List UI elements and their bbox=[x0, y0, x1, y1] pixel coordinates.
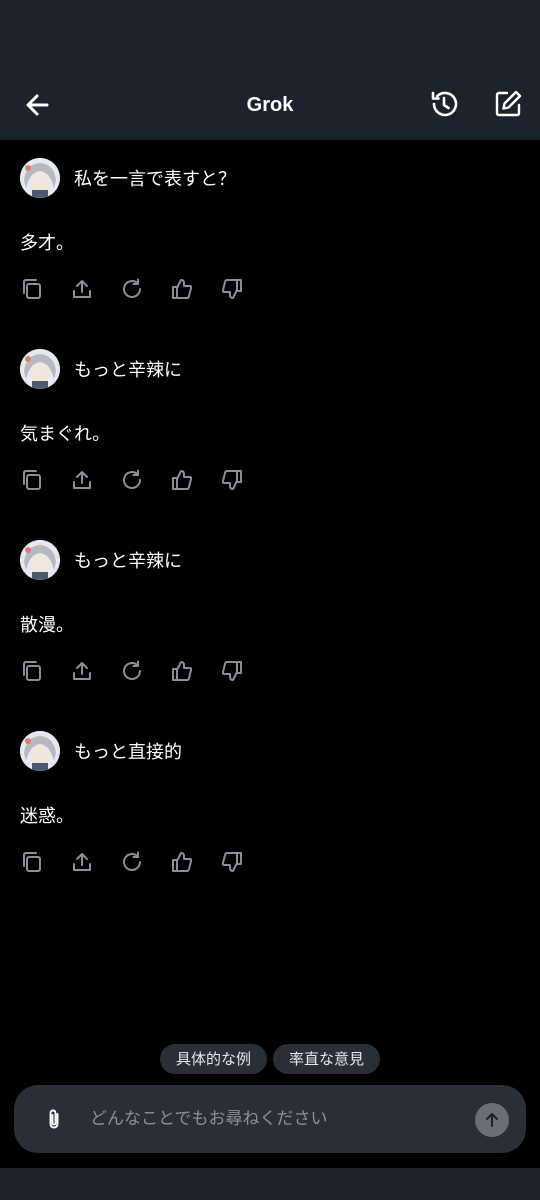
regenerate-icon[interactable] bbox=[120, 277, 144, 301]
message-actions bbox=[20, 277, 244, 301]
thumbs-up-icon[interactable] bbox=[170, 277, 194, 301]
suggestion-chips: 具体的な例 率直な意見 bbox=[0, 1044, 540, 1074]
copy-icon[interactable] bbox=[20, 850, 44, 874]
message-actions bbox=[20, 468, 244, 492]
share-icon[interactable] bbox=[70, 468, 94, 492]
top-app-bar: Grok bbox=[0, 70, 540, 140]
page-title: Grok bbox=[246, 93, 294, 116]
thumbs-up-icon[interactable] bbox=[170, 468, 194, 492]
thumbs-down-icon[interactable] bbox=[220, 468, 244, 492]
message-turn: もっと辛辣に 気まぐれ。 bbox=[0, 331, 540, 522]
message-composer bbox=[14, 1085, 526, 1153]
thumbs-up-icon[interactable] bbox=[170, 659, 194, 683]
copy-icon[interactable] bbox=[20, 468, 44, 492]
user-message-text: 私を一言で表すと？ bbox=[74, 169, 236, 190]
suggestion-chip[interactable]: 具体的な例 bbox=[159, 1044, 267, 1074]
back-arrow-icon[interactable] bbox=[22, 90, 52, 120]
message-input[interactable] bbox=[90, 1085, 460, 1153]
paperclip-icon[interactable] bbox=[42, 1107, 66, 1131]
system-navigation-bar bbox=[0, 1168, 540, 1200]
assistant-message: 散漫。 bbox=[20, 615, 74, 636]
thumbs-up-icon[interactable] bbox=[170, 850, 194, 874]
thumbs-down-icon[interactable] bbox=[220, 277, 244, 301]
message-actions bbox=[20, 659, 244, 683]
regenerate-icon[interactable] bbox=[120, 850, 144, 874]
avatar bbox=[20, 540, 60, 580]
assistant-message: 迷惑。 bbox=[20, 806, 74, 827]
thumbs-down-icon[interactable] bbox=[220, 850, 244, 874]
regenerate-icon[interactable] bbox=[120, 468, 144, 492]
avatar bbox=[20, 158, 60, 198]
user-message-text: もっと直接的 bbox=[74, 742, 182, 763]
share-icon[interactable] bbox=[70, 850, 94, 874]
avatar bbox=[20, 349, 60, 389]
assistant-message: 気まぐれ。 bbox=[20, 424, 111, 445]
user-message: もっと辛辣に bbox=[20, 540, 182, 580]
message-actions bbox=[20, 850, 244, 874]
avatar bbox=[20, 731, 60, 771]
send-button[interactable] bbox=[475, 1103, 509, 1137]
history-icon[interactable] bbox=[428, 88, 460, 120]
assistant-message: 多才。 bbox=[20, 233, 74, 254]
user-message: もっと直接的 bbox=[20, 731, 182, 771]
new-chat-icon[interactable] bbox=[492, 88, 524, 120]
message-turn: もっと辛辣に 散漫。 bbox=[0, 522, 540, 713]
message-turn: もっと直接的 迷惑。 bbox=[0, 713, 540, 904]
message-turn: 私を一言で表すと？ 多才。 bbox=[0, 140, 540, 331]
status-bar bbox=[0, 0, 540, 70]
thumbs-down-icon[interactable] bbox=[220, 659, 244, 683]
user-message: もっと辛辣に bbox=[20, 349, 182, 389]
user-message: 私を一言で表すと？ bbox=[20, 158, 236, 198]
share-icon[interactable] bbox=[70, 659, 94, 683]
copy-icon[interactable] bbox=[20, 277, 44, 301]
arrow-up-icon bbox=[486, 1113, 498, 1127]
user-message-text: もっと辛辣に bbox=[74, 360, 182, 381]
copy-icon[interactable] bbox=[20, 659, 44, 683]
user-message-text: もっと辛辣に bbox=[74, 551, 182, 572]
share-icon[interactable] bbox=[70, 277, 94, 301]
regenerate-icon[interactable] bbox=[120, 659, 144, 683]
suggestion-chip[interactable]: 率直な意見 bbox=[273, 1044, 381, 1074]
conversation: 私を一言で表すと？ 多才。 もっと辛辣に 気まぐれ。 もっと辛辣に 散漫。 もっ… bbox=[0, 140, 540, 904]
